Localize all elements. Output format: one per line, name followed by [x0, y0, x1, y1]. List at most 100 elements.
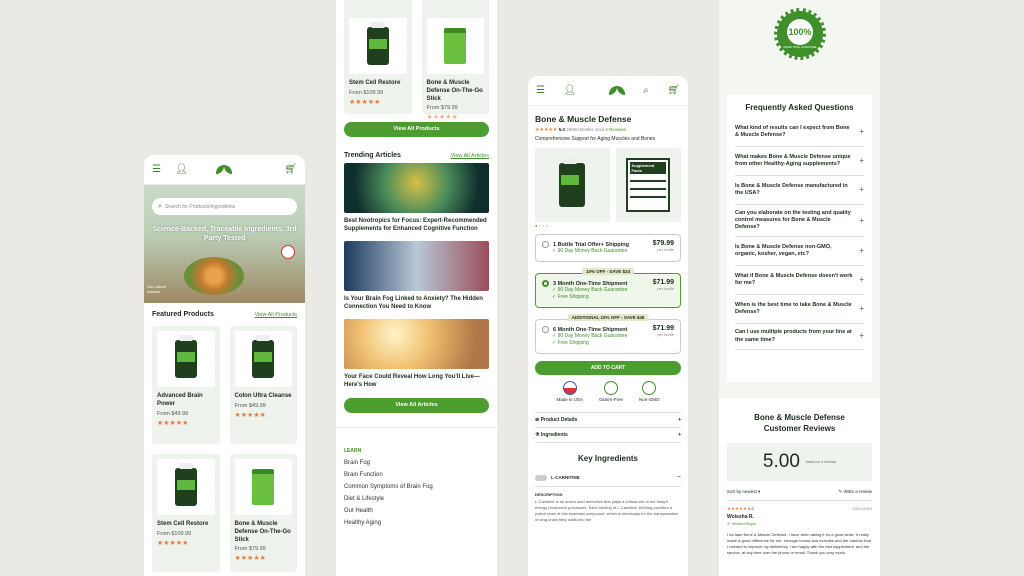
menu-icon[interactable]: ☰	[536, 85, 545, 96]
sort-dropdown[interactable]: Sort by newest ▾	[727, 489, 760, 495]
product-image-main[interactable]	[535, 148, 610, 222]
learn-link[interactable]: Brain Fog	[344, 460, 489, 466]
product-price: From $109.99	[349, 89, 384, 96]
ingredient-name: L-CARNITINE	[551, 475, 580, 480]
hero-badge: Our Latest Articles	[147, 284, 166, 294]
product-image	[349, 18, 407, 74]
faq-item[interactable]: What if Bone & Muscle Defense doesn't wo…	[735, 266, 864, 296]
learn-link[interactable]: Brain Function	[344, 472, 489, 478]
article-card[interactable]: Is Your Brain Fog Linked to Anxiety? The…	[344, 241, 489, 311]
purchase-option[interactable]: 10% OFF - SAVE $24 3 Month One-Time Shipm…	[535, 268, 681, 308]
usa-badge	[281, 245, 295, 259]
article-image	[344, 241, 489, 292]
minus-icon: −	[676, 474, 681, 481]
search-input[interactable]: Search for Products/Ingredients	[165, 204, 235, 210]
product-image-facts[interactable]: Supplement Facts	[615, 148, 681, 222]
product-stars: ★★★★★	[426, 114, 458, 122]
verified-label: Verified Buyer	[731, 520, 757, 526]
product-card[interactable]: Stem Cell Restore From $109.99 ★★★★★	[152, 454, 220, 572]
bag-image	[252, 469, 275, 505]
account-icon[interactable]: 👤︎	[563, 85, 576, 96]
option-price: $79.99	[652, 240, 674, 247]
faq-item[interactable]: Is Bone & Muscle Defense non-GMO, organi…	[735, 237, 864, 267]
image-dots[interactable]: ● ○ ○ ○	[535, 223, 681, 228]
view-all-articles-link[interactable]: View All Articles	[451, 153, 489, 159]
product-stars: ★★★★★	[349, 98, 381, 106]
bottle-image	[174, 463, 197, 506]
learn-link[interactable]: Diet & Lifestyle	[344, 496, 489, 502]
faq-item[interactable]: Is Bone & Muscle Defense manufactured in…	[735, 176, 864, 205]
badge-label: Non-GMO	[639, 397, 660, 402]
header: ☰ 👤︎ 🛒︎	[144, 155, 305, 185]
faq-item[interactable]: When is the best time to take Bone & Mus…	[735, 295, 864, 325]
article-title: Your Face Could Reveal How Long You'll L…	[344, 374, 480, 389]
radio-button[interactable]	[542, 280, 549, 287]
article-card[interactable]: Best Nootropics for Focus: Expert-Recomm…	[344, 163, 489, 233]
purchase-option[interactable]: 1 Bottle Trial Offer+ Shipping ✓ 90 Day M…	[535, 234, 681, 262]
search-icon[interactable]: ⌕	[643, 85, 649, 96]
purchase-option[interactable]: ADDITIONAL 10% OFF - SAVE $48 6 Month One…	[535, 314, 681, 354]
guarantee-seal: 100% MONEY BACK GUARANTEE	[774, 8, 826, 60]
plus-icon: +	[859, 126, 864, 136]
non-gmo-icon	[642, 381, 657, 395]
learn-link[interactable]: Common Symptoms of Brain Fog	[344, 484, 489, 490]
score-value: 5.00	[762, 450, 800, 472]
write-review-button[interactable]: ✎ Write a review	[839, 489, 872, 495]
bottle-image	[252, 335, 275, 378]
menu-icon[interactable]: ☰	[152, 164, 161, 175]
faq-item[interactable]: What kind of results can I expect from B…	[735, 118, 864, 147]
product-name: Stem Cell Restore	[157, 521, 209, 527]
ingredients-row[interactable]: ⚗︎ Ingredients +	[535, 428, 681, 443]
logo-icon[interactable]	[609, 85, 625, 96]
faq-item[interactable]: Can you elaborate on the testing and qua…	[735, 205, 864, 238]
radio-button[interactable]	[542, 326, 549, 333]
details-icon: ⊕	[535, 417, 540, 423]
add-to-cart-button[interactable]: ADD TO CART	[535, 361, 681, 375]
logo-icon[interactable]	[216, 164, 232, 175]
plus-icon: +	[859, 246, 864, 256]
purchase-options: 1 Bottle Trial Offer+ Shipping ✓ 90 Day M…	[535, 234, 681, 354]
product-image	[157, 459, 215, 515]
product-details-row[interactable]: ⊕ Product Details +	[535, 412, 681, 428]
account-icon[interactable]: 👤︎	[175, 164, 188, 175]
plus-icon: +	[859, 184, 864, 194]
product-stars: ★★★★★	[234, 555, 266, 563]
supplement-facts-label: Supplement Facts	[630, 162, 667, 174]
product-card[interactable]: Colon Ultra Cleanse From $49.99 ★★★★★	[229, 326, 297, 444]
product-subtitle: Comprehensive Support for Aging Muscles …	[535, 136, 656, 142]
product-card[interactable]: Bone & Muscle Defense On-The-Go Stick Fro…	[421, 0, 489, 121]
plus-icon: +	[859, 215, 864, 225]
faq-item[interactable]: Can I use multiple products from your li…	[735, 324, 864, 350]
faq-question: Is Bone & Muscle Defense manufactured in…	[735, 182, 848, 196]
plus-icon: +	[859, 155, 864, 165]
plus-icon: +	[859, 275, 864, 285]
view-all-products-link[interactable]: View All Products	[255, 312, 297, 318]
benefit-text: Free Shipping	[557, 340, 589, 346]
cart-icon[interactable]: 🛒︎	[284, 164, 297, 175]
article-card[interactable]: Your Face Could Reveal How Long You'll L…	[344, 319, 489, 389]
product-card[interactable]: Stem Cell Restore From $109.99 ★★★★★	[344, 0, 412, 114]
benefit-text: 90 Day Money Back Guarantee	[557, 287, 628, 293]
trending-title: Trending Articles	[344, 152, 401, 159]
article-title: Is Your Brain Fog Linked to Anxiety? The…	[344, 296, 483, 311]
product-card[interactable]: Bone & Muscle Defense On-The-Go Stick Fro…	[229, 454, 297, 572]
cart-icon[interactable]: 🛒︎	[667, 85, 680, 96]
seal-value: 100%	[787, 19, 813, 45]
option-unit: per bottle	[657, 247, 674, 252]
radio-button[interactable]	[542, 241, 549, 248]
learn-link[interactable]: Healthy Aging	[344, 520, 489, 526]
product-stars: ★★★★★	[157, 539, 189, 547]
ingredient-row[interactable]: L-CARNITINE −	[535, 469, 681, 487]
product-price: From $49.99	[234, 402, 266, 409]
learn-title: LEARN	[344, 447, 362, 454]
view-all-products-button[interactable]: View All Products	[344, 122, 489, 137]
discount-tag: 10% OFF - SAVE $24	[582, 268, 634, 275]
search-bar[interactable]: ⌕ Search for Products/Ingredients	[152, 198, 297, 215]
view-all-articles-button[interactable]: View All Articles	[344, 397, 489, 413]
learn-link[interactable]: Gut Health	[344, 508, 489, 514]
product-card[interactable]: Advanced Brain Power From $49.99 ★★★★★	[152, 326, 220, 444]
faq-item[interactable]: What makes Bone & Muscle Defense unique …	[735, 147, 864, 176]
reviews-link[interactable]: 4 Reviews	[605, 127, 626, 132]
seal-sub: MONEY BACK GUARANTEE	[783, 46, 817, 49]
faq-question: What kind of results can I expect from B…	[735, 124, 850, 138]
